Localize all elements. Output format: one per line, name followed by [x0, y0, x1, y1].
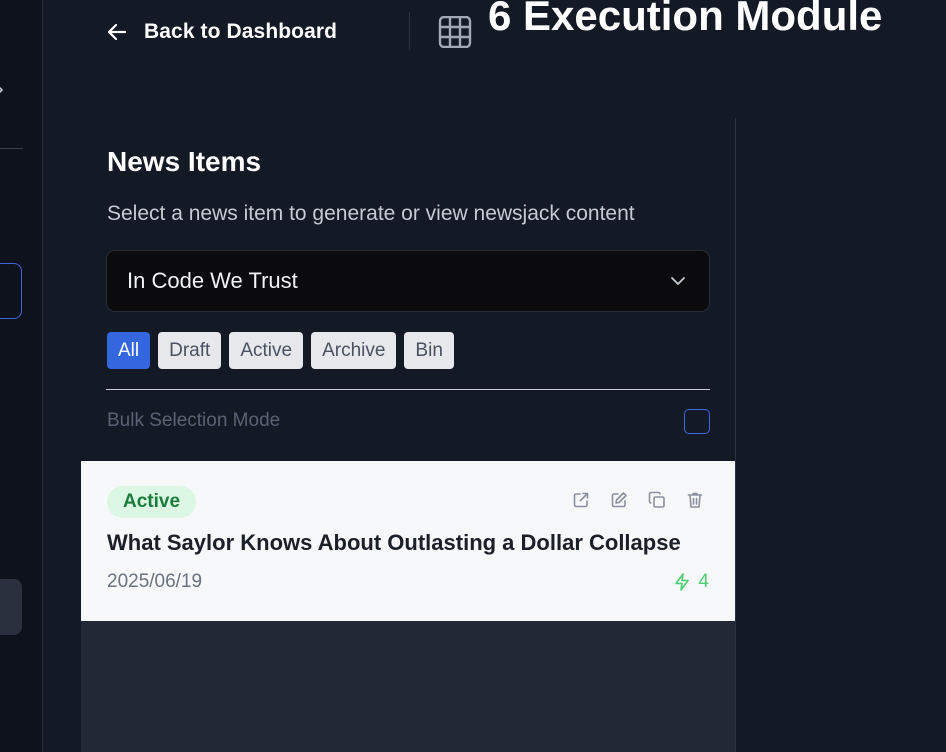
status-badge: Active — [107, 486, 197, 518]
panel-border — [735, 118, 736, 752]
copy-icon[interactable] — [647, 490, 667, 510]
external-link-icon[interactable] — [571, 490, 591, 510]
panel-title: News Items — [107, 146, 262, 177]
chevron-right-icon[interactable] — [0, 82, 6, 98]
sidebar-item-selected[interactable] — [0, 263, 22, 319]
edit-icon[interactable] — [609, 490, 629, 510]
filter-bin[interactable]: Bin — [404, 332, 454, 369]
news-item-title: What Saylor Knows About Outlasting a Dol… — [107, 530, 681, 555]
bulk-selection-label: Bulk Selection Mode — [107, 410, 281, 431]
bulk-selection-checkbox[interactable] — [684, 409, 710, 434]
status-filter-tabs: All Draft Active Archive Bin — [107, 332, 454, 369]
sidebar-item[interactable] — [0, 579, 22, 635]
back-to-dashboard-link[interactable]: Back to Dashboard — [106, 16, 337, 48]
trash-icon[interactable] — [685, 490, 705, 510]
filter-divider — [106, 389, 710, 390]
back-label: Back to Dashboard — [144, 20, 338, 43]
lightning-icon — [675, 573, 690, 591]
sidebar-divider — [0, 148, 23, 149]
panel-subtitle: Select a news item to generate or view n… — [107, 202, 635, 225]
filter-draft[interactable]: Draft — [158, 332, 222, 369]
filter-active[interactable]: Active — [229, 332, 304, 369]
content-count: 4 — [672, 571, 709, 593]
chevron-down-icon — [671, 277, 685, 285]
header-separator — [409, 12, 410, 50]
arrow-left-icon — [107, 23, 127, 41]
left-sidebar — [0, 0, 43, 752]
grid-icon — [438, 16, 472, 48]
select-value: In Code We Trust — [127, 268, 298, 293]
module-title: 6 Execution Module — [488, 0, 883, 39]
news-item-card[interactable]: Active What Saylor Knows About Outlastin… — [81, 461, 735, 621]
news-item-date: 2025/06/19 — [107, 571, 203, 592]
card-actions — [571, 490, 705, 510]
filter-archive[interactable]: Archive — [311, 332, 397, 369]
content-count-value: 4 — [698, 571, 709, 592]
filter-all[interactable]: All — [107, 332, 151, 369]
news-source-select[interactable]: In Code We Trust — [106, 250, 710, 312]
